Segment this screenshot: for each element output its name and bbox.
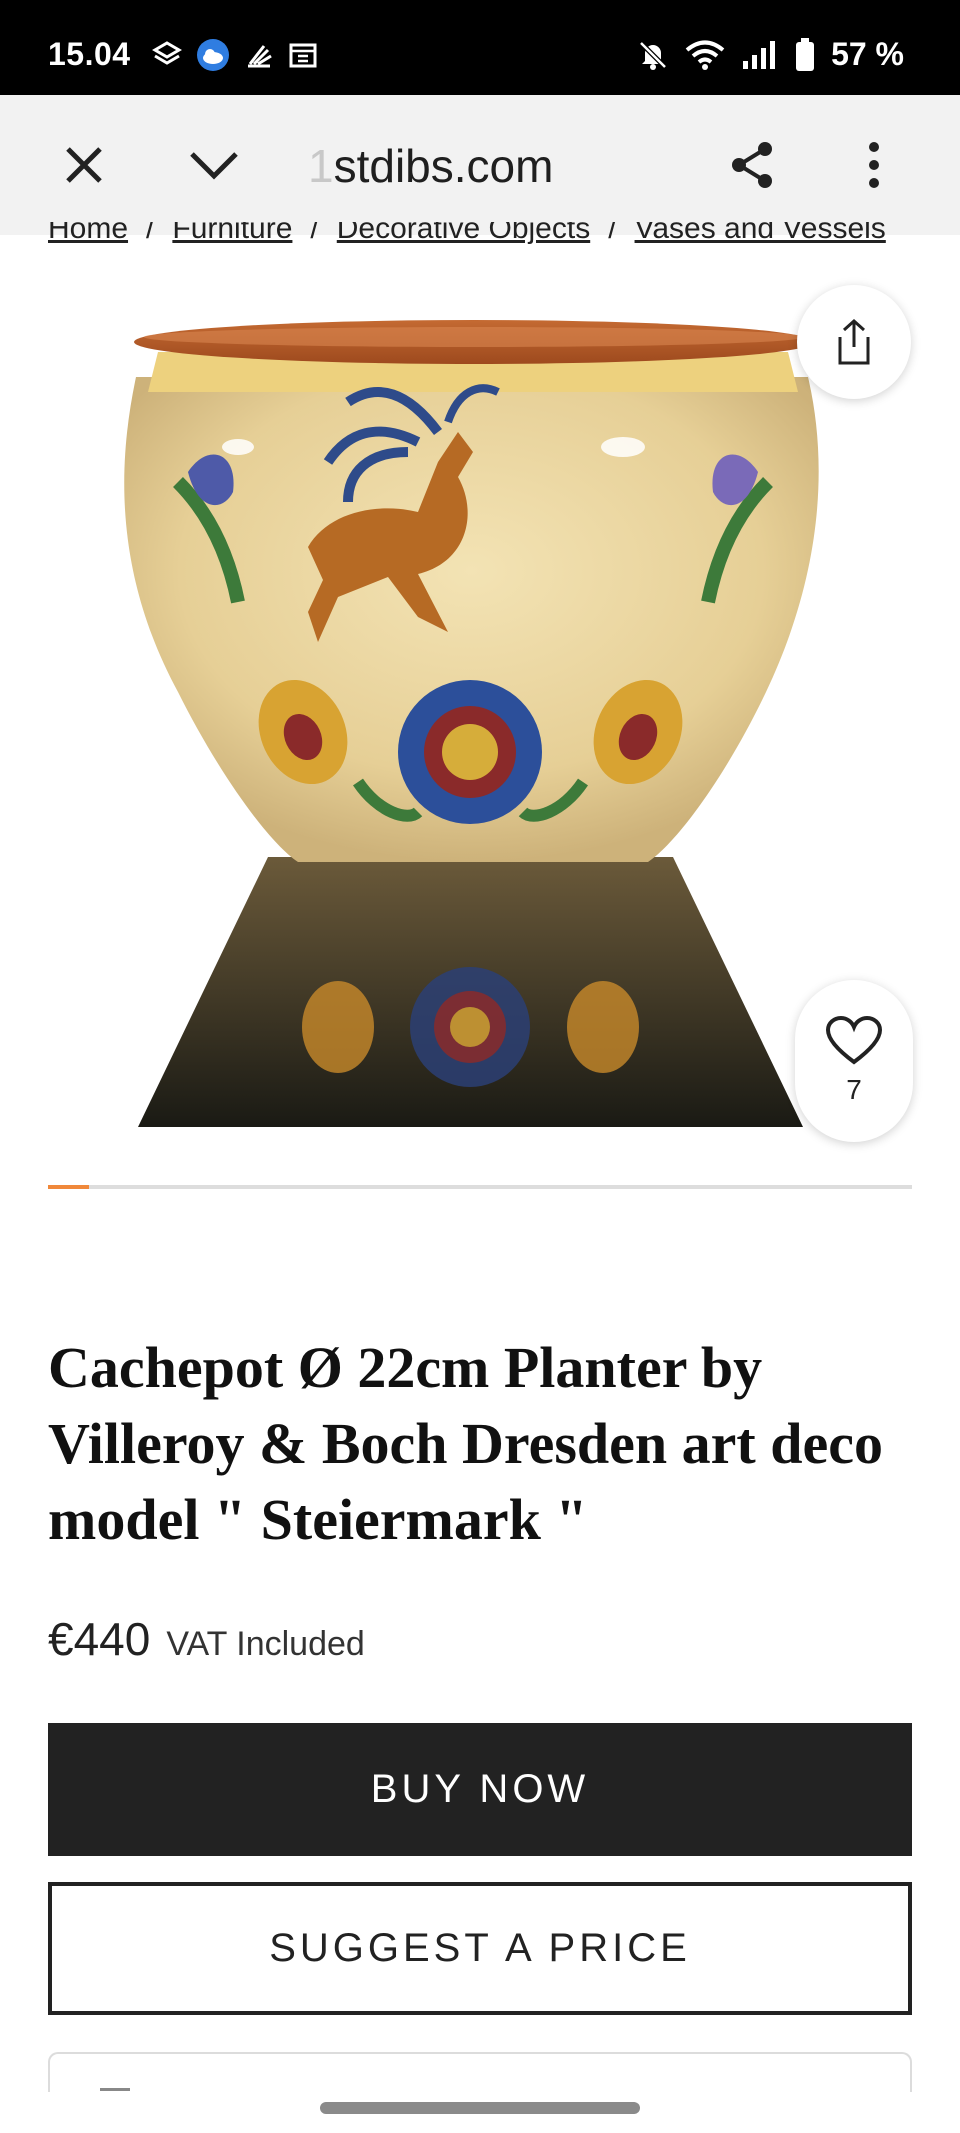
carousel-progress-fill — [48, 1185, 89, 1189]
close-tab-button[interactable] — [48, 129, 120, 201]
share-page-button[interactable] — [716, 129, 788, 201]
breadcrumb-home[interactable]: Home — [48, 222, 128, 260]
more-vertical-icon — [869, 142, 879, 188]
url-prefix: 1 — [308, 140, 334, 192]
breadcrumb-furniture[interactable]: Furniture — [172, 222, 292, 260]
product-title: Cachepot Ø 22cm Planter by Villeroy & Bo… — [48, 1335, 883, 1552]
share-product-button[interactable] — [797, 285, 911, 399]
suggest-price-button[interactable]: SUGGEST A PRICE — [48, 1882, 912, 2015]
chevron-down-icon — [190, 152, 238, 180]
breadcrumb-separator: / — [310, 222, 319, 245]
favorite-count: 7 — [846, 1074, 862, 1105]
product-image[interactable] — [118, 312, 846, 1142]
buy-now-button[interactable]: BUY NOW — [48, 1723, 912, 1856]
bird-icon — [248, 45, 272, 68]
collapse-button[interactable] — [178, 129, 250, 201]
status-time: 15.04 — [48, 36, 131, 72]
status-icons-left — [152, 38, 318, 72]
carousel-progress — [48, 1185, 912, 1189]
signal-icon — [743, 40, 776, 69]
breadcrumb: Home / Furniture / Decorative Objects / … — [48, 222, 886, 260]
next-section-card — [48, 2052, 912, 2092]
breadcrumb-vases-and-vessels[interactable]: Vases and Vessels — [635, 222, 886, 260]
breadcrumb-separator: / — [146, 222, 155, 245]
wifi-icon — [685, 40, 725, 70]
price-row: €440 VAT Included — [48, 1612, 365, 1666]
layers-icon — [152, 41, 182, 65]
product-price: €440 — [48, 1613, 151, 1665]
mute-bell-icon — [639, 40, 667, 70]
status-bar: 15.04 57 % — [0, 0, 960, 95]
url-field[interactable]: 1stdibs.com — [308, 139, 553, 193]
favorite-button[interactable]: 7 — [795, 980, 913, 1142]
heart-icon — [825, 1016, 883, 1065]
breadcrumb-separator: / — [608, 222, 617, 245]
close-icon — [66, 147, 102, 183]
vat-note: VAT Included — [166, 1625, 365, 1663]
calendar-icon — [289, 43, 317, 68]
status-icons-right: 57 % — [637, 36, 904, 73]
gesture-navigation-bar[interactable] — [320, 2102, 640, 2114]
more-menu-button[interactable] — [838, 129, 910, 201]
battery-icon — [796, 37, 815, 71]
weather-cloud-icon — [197, 39, 229, 71]
upload-share-icon — [838, 318, 870, 365]
share-icon — [732, 142, 772, 188]
breadcrumb-decorative-objects[interactable]: Decorative Objects — [337, 222, 590, 260]
url-domain: stdibs.com — [333, 140, 554, 192]
card-dash — [100, 2088, 130, 2091]
browser-toolbar: 1stdibs.com — [0, 95, 960, 235]
battery-percentage: 57 % — [831, 36, 904, 72]
